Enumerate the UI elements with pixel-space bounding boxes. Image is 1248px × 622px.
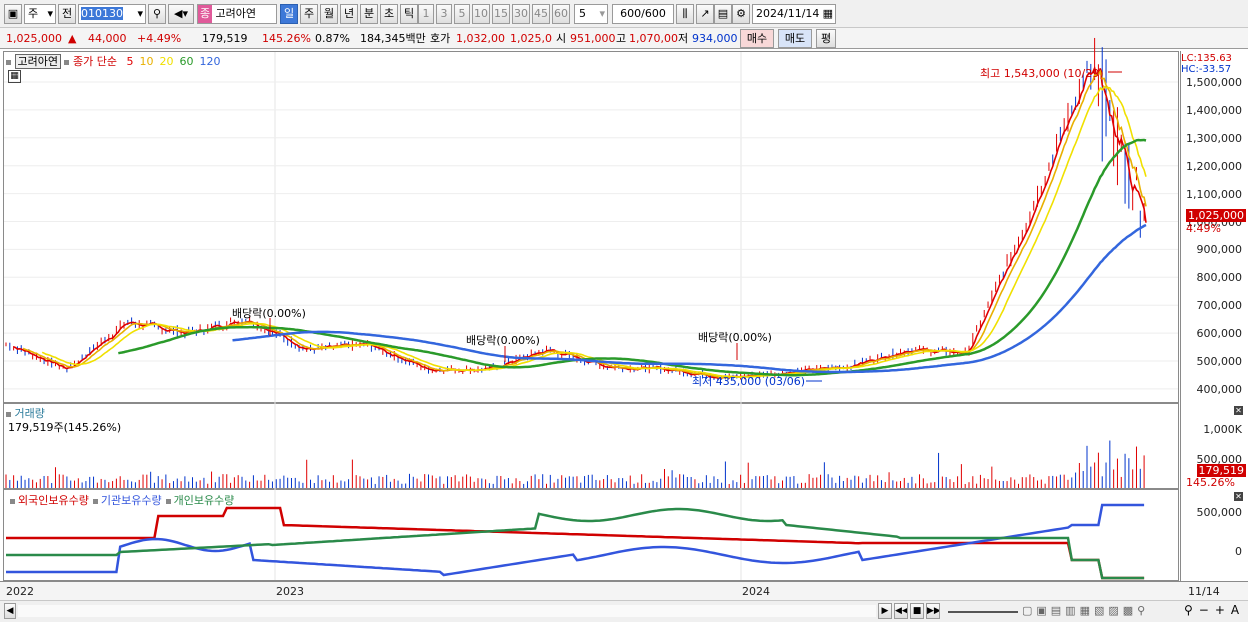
legend-marker bbox=[6, 411, 11, 417]
price-y-tick: 900,000 bbox=[1196, 243, 1243, 257]
legend-marker bbox=[165, 498, 171, 504]
horizontal-scrollbar[interactable] bbox=[18, 605, 876, 617]
zoom-slider[interactable] bbox=[948, 611, 1018, 613]
ma-legend-item[interactable]: 120 bbox=[199, 55, 220, 68]
table-icon[interactable]: ▦ bbox=[8, 70, 21, 83]
volume-y-tick: 1,000K bbox=[1203, 423, 1242, 436]
ma-line-60 bbox=[118, 138, 1147, 377]
legend-marker bbox=[10, 498, 15, 504]
rewind-icon[interactable]: ◀◀ bbox=[894, 603, 908, 619]
price-y-tick: 800,000 bbox=[1196, 271, 1243, 285]
price-y-tick: 500,000 bbox=[1196, 355, 1243, 368]
stock-tag[interactable]: 고려아연 bbox=[14, 54, 61, 69]
tool-icons[interactable]: ▢▣▤▥▦▧▨▩⚲ bbox=[1022, 604, 1149, 617]
forward-icon[interactable]: ▶▶ bbox=[926, 603, 940, 619]
x-end-label: 11/14 bbox=[1188, 585, 1220, 598]
ma-line-10 bbox=[22, 69, 1147, 379]
price-y-tick: 1,200,000 bbox=[1186, 159, 1242, 173]
holdings-legend-item[interactable]: 기관보유수량 bbox=[101, 494, 162, 507]
holdings-y-tick: 0 bbox=[1235, 545, 1242, 558]
price-y-tick: 700,000 bbox=[1196, 299, 1243, 313]
price-y-tick: 1,400,000 bbox=[1186, 103, 1242, 117]
price-y-tick: 1,500,000 bbox=[1186, 76, 1242, 89]
volume-value: 179,519주(145.26%) bbox=[8, 421, 122, 434]
ma-line-20 bbox=[41, 85, 1147, 379]
ma-title[interactable]: 종가 단순 bbox=[73, 55, 117, 68]
price-y-tick: 1,100,000 bbox=[1186, 187, 1242, 201]
hc-label: HC:-33.57 bbox=[1181, 64, 1232, 75]
holdings-legend-item[interactable]: 개인보유수량 bbox=[174, 494, 235, 507]
lc-label: LC:135.63 bbox=[1181, 53, 1232, 64]
panel-close-icon[interactable]: ✕ bbox=[1234, 492, 1243, 501]
low-annotation: 최저 435,000 (03/06) bbox=[692, 375, 806, 388]
x-label: 2023 bbox=[276, 585, 304, 598]
legend-marker bbox=[6, 59, 11, 65]
volume-tag-pct: 145.26% bbox=[1186, 476, 1235, 489]
price-y-tick: 600,000 bbox=[1196, 327, 1243, 341]
scroll-right-icon[interactable]: ▶ bbox=[878, 603, 892, 619]
current-price-tag: 1,025,000 bbox=[1186, 209, 1246, 222]
scroll-left-icon[interactable]: ◀ bbox=[4, 603, 16, 619]
ma-legend: 5 10 20 60 120 bbox=[120, 55, 220, 68]
holdings-legend: 외국인보유수량 기관보유수량 개인보유수량 bbox=[6, 492, 234, 508]
bottom-bar: ◀ ▶ ◀◀ ■ ▶▶ ▢▣▤▥▦▧▨▩⚲ ⚲−+A bbox=[0, 600, 1248, 622]
high-annotation: 최고 1,543,000 (10/29) bbox=[980, 67, 1104, 80]
chart-canvas bbox=[4, 37, 1178, 580]
price-y-tick: 400,000 bbox=[1196, 382, 1243, 396]
holdings-legend-item[interactable]: 외국인보유수량 bbox=[18, 494, 89, 507]
current-pct: 4.49% bbox=[1186, 222, 1221, 235]
legend-marker bbox=[92, 498, 98, 504]
stop-icon[interactable]: ■ bbox=[910, 603, 924, 619]
ma-legend-item[interactable]: 60 bbox=[179, 55, 193, 68]
panel-close-icon[interactable]: ✕ bbox=[1234, 406, 1243, 415]
dividend-annotation: 배당락(0.00%) bbox=[232, 307, 306, 320]
x-label: 2022 bbox=[6, 585, 34, 598]
price-y-tick: 1,300,000 bbox=[1186, 131, 1242, 145]
ma-legend-item[interactable]: 20 bbox=[159, 55, 173, 68]
ma-legend-item[interactable]: 5 bbox=[126, 55, 133, 68]
x-label: 2024 bbox=[742, 585, 770, 598]
ma-legend-item[interactable]: 10 bbox=[139, 55, 153, 68]
dividend-annotation: 배당락(0.00%) bbox=[698, 331, 772, 344]
legend-marker bbox=[64, 59, 70, 65]
zoom-controls[interactable]: ⚲−+A bbox=[1184, 603, 1245, 617]
dividend-annotation: 배당락(0.00%) bbox=[466, 334, 540, 347]
holdings-y-tick: 500,000 bbox=[1196, 506, 1243, 519]
price-legend: 고려아연 종가 단순 5 10 20 60 120 bbox=[6, 53, 220, 69]
